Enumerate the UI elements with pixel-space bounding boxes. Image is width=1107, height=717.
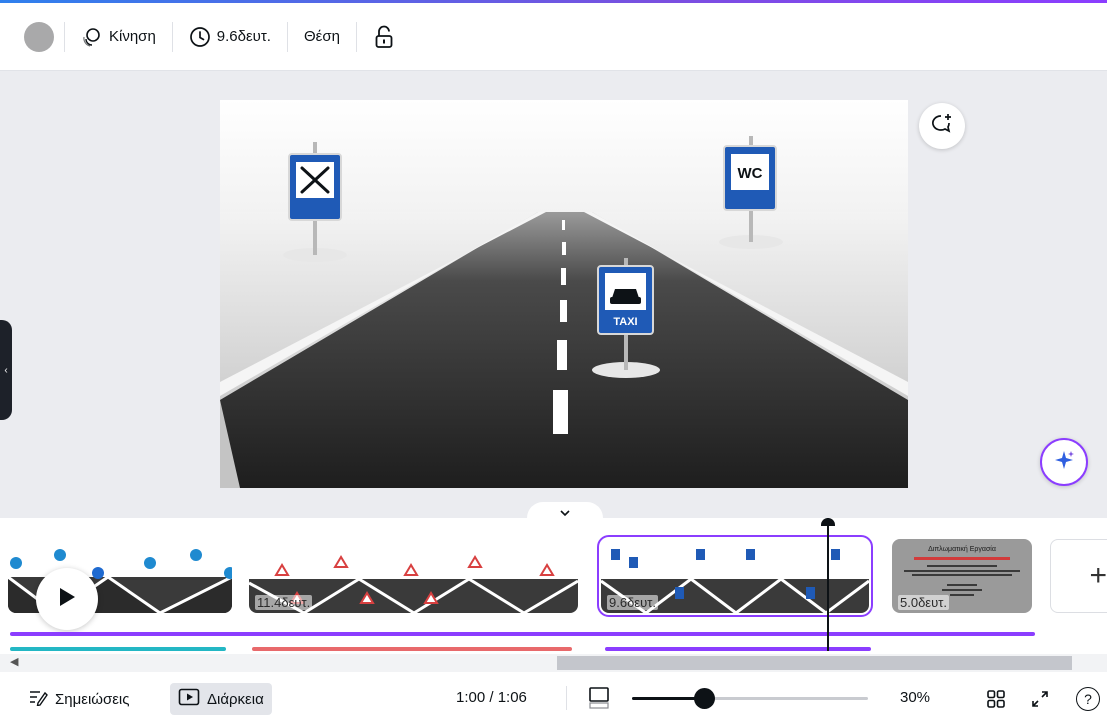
help-label: ? <box>1084 691 1092 707</box>
animate-icon <box>81 26 103 48</box>
track-segment-purple[interactable] <box>605 647 871 651</box>
grid-view-icon[interactable] <box>986 689 1006 713</box>
toolbar-divider <box>171 21 173 52</box>
duration-play-icon <box>178 688 200 710</box>
timeline-scrollbar[interactable]: ◀ <box>0 654 1107 672</box>
clip-duration: 9.6δευτ. <box>607 595 658 610</box>
duration-button[interactable]: 9.6δευτ. <box>183 20 277 54</box>
fullscreen-icon[interactable] <box>1030 689 1050 713</box>
audio-track-main[interactable] <box>10 632 1035 636</box>
scroll-left-icon[interactable]: ◀ <box>10 655 18 668</box>
track-segment-teal[interactable] <box>10 647 226 651</box>
svg-text:TAXI: TAXI <box>613 316 637 328</box>
play-button[interactable] <box>36 568 98 630</box>
animate-button[interactable]: Κίνηση <box>75 20 162 54</box>
toolbar-divider <box>286 21 288 52</box>
slide-canvas[interactable]: WC TAXI <box>220 100 908 488</box>
animate-label: Κίνηση <box>109 28 156 45</box>
side-panel-toggle[interactable]: ‹ <box>0 320 12 420</box>
toolbar-divider <box>64 21 65 52</box>
notes-button[interactable]: Σημειώσεις <box>20 683 138 715</box>
clip-duration: 11.4δευτ. <box>255 595 313 610</box>
presentation-view-icon[interactable] <box>588 686 610 714</box>
track-segment-red[interactable] <box>252 647 572 651</box>
color-picker-button[interactable] <box>24 21 54 52</box>
toolbar-divider <box>355 21 357 52</box>
footer-divider <box>566 686 567 710</box>
notes-icon <box>28 688 48 710</box>
playhead[interactable] <box>827 518 829 651</box>
position-button[interactable]: Θέση <box>298 22 346 51</box>
add-label: + <box>1089 559 1107 592</box>
bottom-bar: Σημειώσεις Διάρκεια 1:00 / 1:06 30% ? <box>0 680 1107 717</box>
lock-button[interactable] <box>367 19 401 55</box>
scrollbar-thumb[interactable] <box>557 656 1072 670</box>
duration-toggle-button[interactable]: Διάρκεια <box>170 683 272 715</box>
clip-duration: 5.0δευτ. <box>898 595 949 610</box>
timeline-clip[interactable]: 11.4δευτ. <box>249 539 578 613</box>
position-label: Θέση <box>303 28 340 45</box>
clock-icon <box>189 26 211 48</box>
duration-label: 9.6δευτ. <box>216 28 271 45</box>
unlock-icon <box>373 25 395 49</box>
editor-toolbar: Κίνηση 9.6δευτ. Θέση <box>0 3 1107 71</box>
playback-time: 1:00 / 1:06 <box>456 689 527 706</box>
timeline-panel: 11.4δευτ. 9.6δευτ. Διπλωματική Εργασία 5… <box>0 518 1107 680</box>
help-button[interactable]: ? <box>1076 687 1100 711</box>
add-page-button[interactable]: + <box>1050 539 1107 613</box>
notes-label: Σημειώσεις <box>55 690 130 708</box>
zoom-slider-handle[interactable] <box>694 688 715 709</box>
svg-text:WC: WC <box>738 165 763 182</box>
timeline-clip[interactable]: Διπλωματική Εργασία 5.0δευτ. <box>892 539 1032 613</box>
duration-label: Διάρκεια <box>207 690 264 708</box>
magic-assist-button[interactable] <box>1040 438 1088 486</box>
comment-add-icon <box>930 112 954 141</box>
playhead-handle[interactable] <box>821 518 835 526</box>
sparkle-icon <box>1052 448 1076 477</box>
comment-button[interactable] <box>919 103 965 149</box>
zoom-percentage[interactable]: 30% <box>900 689 930 706</box>
play-icon <box>57 586 77 613</box>
